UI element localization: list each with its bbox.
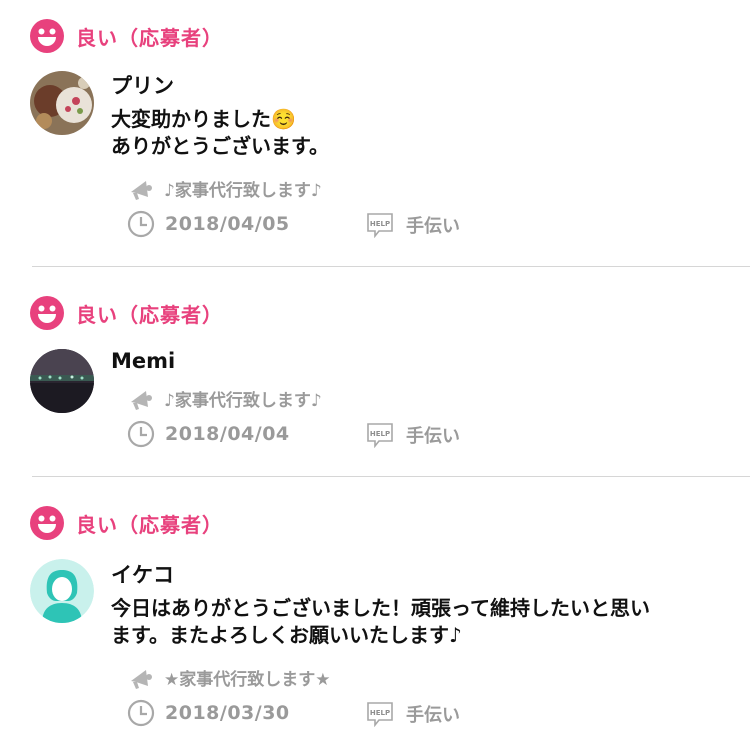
megaphone-icon xyxy=(131,180,152,200)
rating-row: 良い（応募者） xyxy=(30,296,223,330)
review-item: 良い（応募者） Memi ♪家事代行致します♪ 2018/04/04 HELP … xyxy=(0,267,750,476)
clock-icon xyxy=(127,210,155,238)
avatar-default-icon[interactable] xyxy=(30,559,94,623)
reviewer-name[interactable]: イケコ xyxy=(111,559,174,589)
comment-line: ます。またよろしくお願いいたします♪ xyxy=(111,623,462,647)
rating-row: 良い（応募者） xyxy=(30,506,223,540)
clock-icon xyxy=(127,699,155,727)
smiley-face-icon xyxy=(30,506,64,540)
job-title: ♪家事代行致します♪ xyxy=(164,181,322,201)
job-link[interactable]: ★家事代行致します★ xyxy=(128,665,330,690)
rating-label: 良い（応募者） xyxy=(76,302,223,327)
job-link[interactable]: ♪家事代行致します♪ xyxy=(128,176,322,201)
megaphone-icon xyxy=(131,669,152,689)
review-date: 2018/04/04 xyxy=(165,423,290,445)
comment-line: ありがとうございます。 xyxy=(111,134,329,158)
category-label: 手伝い xyxy=(406,216,460,237)
review-item: 良い（応募者） プリン 大変助かりました☺️ ありがとうございます。 ♪家事代行… xyxy=(0,0,750,266)
help-tag-icon: HELP xyxy=(367,423,393,448)
svg-text:HELP: HELP xyxy=(370,220,390,228)
avatar[interactable] xyxy=(30,71,94,135)
date-row: 2018/04/04 xyxy=(127,420,290,448)
help-tag-icon: HELP xyxy=(367,702,393,727)
date-row: 2018/03/30 xyxy=(127,699,290,727)
category-label: 手伝い xyxy=(406,705,460,726)
category-row: HELP 手伝い xyxy=(366,422,460,448)
review-comment: 大変助かりました☺️ ありがとうございます。 xyxy=(111,106,329,160)
reviewer-name[interactable]: Memi xyxy=(111,349,175,373)
megaphone-icon xyxy=(131,390,152,410)
smiley-face-icon xyxy=(30,296,64,330)
date-row: 2018/04/05 xyxy=(127,210,290,238)
review-item: 良い（応募者） イケコ 今日はありがとうございました！頑張って維持したいと思い … xyxy=(0,477,750,739)
category-label: 手伝い xyxy=(406,426,460,447)
review-comment: 今日はありがとうございました！頑張って維持したいと思い ます。またよろしくお願い… xyxy=(111,595,650,649)
smiley-face-icon xyxy=(30,19,64,53)
job-link[interactable]: ♪家事代行致します♪ xyxy=(128,386,322,411)
job-title: ★家事代行致します★ xyxy=(164,670,331,690)
rating-row: 良い（応募者） xyxy=(30,19,223,53)
avatar[interactable] xyxy=(30,349,94,413)
review-date: 2018/03/30 xyxy=(165,702,290,724)
category-row: HELP 手伝い xyxy=(366,701,460,727)
svg-text:HELP: HELP xyxy=(370,709,390,717)
job-title: ♪家事代行致します♪ xyxy=(164,391,322,411)
category-row: HELP 手伝い xyxy=(366,212,460,238)
comment-line: 今日はありがとうございました！頑張って維持したいと思い xyxy=(111,596,650,620)
clock-icon xyxy=(127,420,155,448)
help-tag-icon: HELP xyxy=(367,213,393,238)
svg-text:HELP: HELP xyxy=(370,430,390,438)
rating-label: 良い（応募者） xyxy=(76,25,223,50)
rating-label: 良い（応募者） xyxy=(76,512,223,537)
comment-line: 大変助かりました☺️ xyxy=(111,107,296,131)
reviewer-name[interactable]: プリン xyxy=(111,70,174,100)
review-date: 2018/04/05 xyxy=(165,213,290,235)
